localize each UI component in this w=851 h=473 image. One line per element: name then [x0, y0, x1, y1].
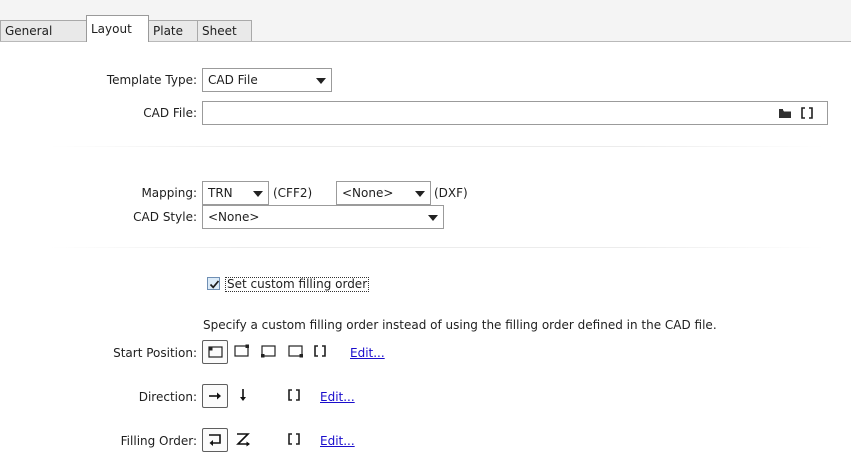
start-bottom-right-button[interactable]: [284, 340, 308, 364]
filling-zigzag-button[interactable]: [232, 428, 254, 452]
tab-layout[interactable]: Layout: [86, 15, 149, 42]
mapping-cff2-value: TRN: [208, 186, 233, 200]
custom-icon: [314, 345, 326, 357]
custom-order-description: Specify a custom filling order instead o…: [203, 318, 717, 332]
tab-bar: General Layout Plate Sheet: [0, 0, 851, 42]
cad-style-value: <None>: [208, 210, 260, 224]
direction-custom-button[interactable]: [285, 384, 303, 408]
custom-order-label[interactable]: Set custom filling order: [225, 277, 370, 292]
start-position-edit-link[interactable]: Edit...: [350, 346, 385, 360]
custom-order-checkbox[interactable]: [207, 277, 220, 290]
bottom-right-icon: [288, 345, 303, 358]
start-position-label: Start Position:: [113, 346, 197, 360]
mapping-dxf-suffix: (DXF): [434, 186, 468, 200]
chevron-down-icon: [415, 191, 425, 197]
cad-file-label: CAD File:: [143, 106, 197, 120]
separator: [50, 247, 825, 248]
top-left-icon: [208, 346, 223, 358]
template-type-select[interactable]: CAD File: [202, 68, 332, 92]
tab-plate[interactable]: Plate: [148, 20, 198, 41]
mapping-cff2-select[interactable]: TRN: [202, 181, 269, 205]
mapping-dxf-value: <None>: [342, 186, 394, 200]
direction-right-button[interactable]: [202, 384, 228, 408]
cad-style-label: CAD Style:: [133, 210, 197, 224]
checkmark-icon: [209, 280, 220, 289]
direction-edit-link[interactable]: Edit...: [320, 390, 355, 404]
return-icon: [209, 434, 221, 446]
top-right-icon: [234, 344, 249, 357]
filling-order-edit-link[interactable]: Edit...: [320, 434, 355, 448]
filling-custom-button[interactable]: [285, 428, 303, 452]
arrow-right-icon: [209, 392, 221, 400]
arrow-down-icon: [240, 389, 246, 401]
zigzag-icon: [236, 433, 250, 447]
start-top-left-button[interactable]: [202, 340, 228, 364]
tab-sheet[interactable]: Sheet: [197, 20, 252, 41]
template-type-value: CAD File: [208, 73, 258, 87]
custom-icon: [288, 433, 300, 445]
direction-down-button[interactable]: [232, 384, 254, 408]
start-top-right-button[interactable]: [230, 340, 254, 364]
brackets-icon[interactable]: [801, 107, 813, 119]
mapping-label: Mapping:: [141, 186, 197, 200]
template-type-label: Template Type:: [106, 73, 197, 87]
bottom-left-icon: [261, 345, 276, 358]
start-custom-button[interactable]: [311, 340, 329, 364]
custom-icon: [288, 389, 300, 401]
folder-icon[interactable]: [778, 107, 792, 119]
tab-general[interactable]: General: [0, 20, 87, 41]
filling-order-label: Filling Order:: [120, 434, 197, 448]
chevron-down-icon: [253, 191, 263, 197]
separator: [50, 146, 825, 147]
direction-label: Direction:: [138, 390, 197, 404]
cad-file-field[interactable]: [202, 101, 828, 125]
mapping-cff2-suffix: (CFF2): [273, 186, 313, 200]
chevron-down-icon: [428, 215, 438, 221]
cad-style-select[interactable]: <None>: [202, 205, 444, 229]
start-bottom-left-button[interactable]: [257, 340, 281, 364]
chevron-down-icon: [316, 78, 326, 84]
mapping-dxf-select[interactable]: <None>: [336, 181, 431, 205]
filling-return-button[interactable]: [202, 428, 228, 452]
